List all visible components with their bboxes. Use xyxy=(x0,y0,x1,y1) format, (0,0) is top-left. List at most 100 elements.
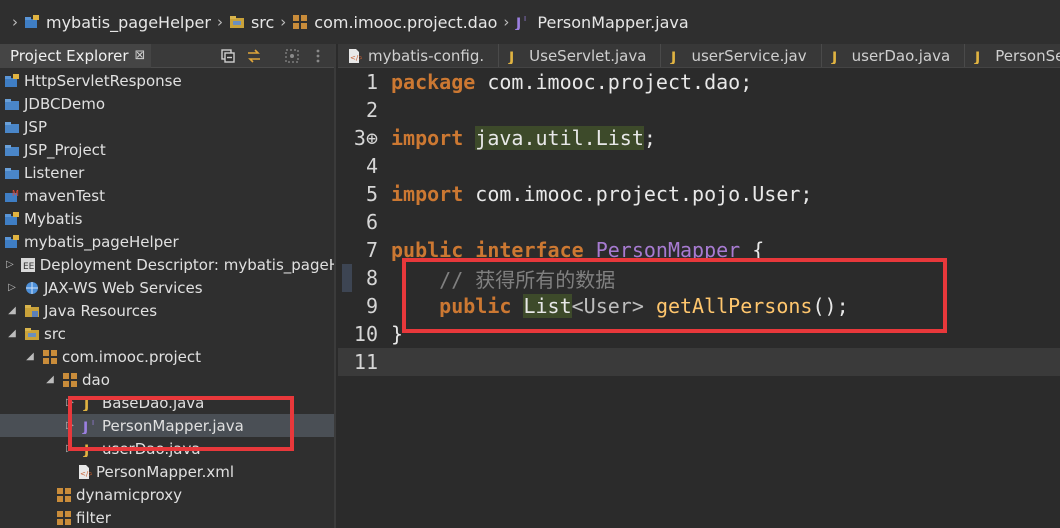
code-token: } xyxy=(391,322,404,346)
tree-item-label: filter xyxy=(76,508,111,527)
code-text: package com.imooc.project.dao; xyxy=(391,70,752,94)
code-token: import xyxy=(391,126,464,150)
tree-item-label: Listener xyxy=(24,163,85,182)
svg-text:M: M xyxy=(12,189,19,198)
svg-text:I: I xyxy=(524,15,526,23)
collapse-all-icon[interactable] xyxy=(220,48,236,64)
tree-item[interactable]: ▷ EE Deployment Descriptor: mybatis_pageH xyxy=(0,253,334,276)
code-token: import xyxy=(391,182,464,206)
tab-project-explorer[interactable]: Project Explorer ⊠ xyxy=(0,44,152,68)
tree-item-label: mavenTest xyxy=(24,186,105,205)
java-class-icon: J xyxy=(669,48,685,66)
tree-item[interactable]: JSP xyxy=(0,115,334,138)
code-line[interactable]: 4 xyxy=(338,152,1060,180)
close-icon[interactable]: ⊠ xyxy=(135,48,146,63)
tree-item[interactable]: ◢ Java Resources xyxy=(0,299,334,322)
code-text: import com.imooc.project.pojo.User; xyxy=(391,182,812,206)
svg-text:J: J xyxy=(508,50,514,64)
breadcrumb-item-file[interactable]: JI PersonMapper.java xyxy=(515,13,688,33)
collapsed-arrow-icon[interactable]: ▷ xyxy=(6,259,14,270)
svg-text:I: I xyxy=(92,419,94,427)
java-class-icon: J xyxy=(830,48,846,66)
collapsed-arrow-icon[interactable]: ▷ xyxy=(64,443,76,454)
code-line[interactable]: 5 import com.imooc.project.pojo.User; xyxy=(338,180,1060,208)
line-number: 11 xyxy=(353,350,378,374)
line-number: 2 xyxy=(365,98,378,122)
line-number: 10 xyxy=(353,322,378,346)
tree-item[interactable]: Mybatis xyxy=(0,207,334,230)
tree-item-label: JAX-WS Web Services xyxy=(44,278,203,297)
explorer-tabbar: Project Explorer ⊠ xyxy=(0,44,334,68)
tree-item-label: Deployment Descriptor: mybatis_pageH xyxy=(39,255,334,274)
tree-item[interactable]: ▷ JuserDao.java xyxy=(0,437,334,460)
java-class-icon: J xyxy=(973,48,989,66)
code-line[interactable]: 7 public interface PersonMapper { xyxy=(338,236,1060,264)
source-folder-icon xyxy=(24,326,40,342)
editor-tab[interactable]: J PersonServ xyxy=(965,44,1060,67)
svg-text:J: J xyxy=(670,50,676,64)
tree-item[interactable]: mybatis_pageHelper xyxy=(0,230,334,253)
collapsed-arrow-icon[interactable]: ▷ xyxy=(6,282,18,293)
tree-item-label: HttpServletResponse xyxy=(24,71,182,90)
breadcrumb-item-project[interactable]: mybatis_pageHelper xyxy=(24,13,211,32)
svg-text:J: J xyxy=(82,420,88,434)
tree-item[interactable]: ▷ J I PersonMapper.java xyxy=(0,414,334,437)
tree-item[interactable]: dynamicproxy xyxy=(0,483,334,506)
tree-item[interactable]: ◢ src xyxy=(0,322,334,345)
collapsed-arrow-icon[interactable]: ▷ xyxy=(64,420,76,431)
folder-icon xyxy=(4,119,20,135)
breadcrumb-label: src xyxy=(250,12,275,32)
code-line[interactable]: 2 xyxy=(338,96,1060,124)
folder-icon xyxy=(4,142,20,158)
code-line[interactable]: 6 xyxy=(338,208,1060,236)
tree-item[interactable]: HttpServletResponse xyxy=(0,69,334,92)
tree-item[interactable]: MmavenTest xyxy=(0,184,334,207)
tree-item[interactable]: ▷ J BaseDao.java xyxy=(0,391,334,414)
breadcrumb-item-src[interactable]: src xyxy=(229,13,274,32)
explorer-icon xyxy=(4,48,8,64)
tree-item[interactable]: JDBCDemo xyxy=(0,92,334,115)
tab-label: Project Explorer xyxy=(10,46,129,65)
expanded-arrow-icon[interactable]: ◢ xyxy=(44,374,56,385)
code-token: com.imooc.project.pojo.User; xyxy=(463,182,813,206)
view-menu-icon[interactable] xyxy=(310,48,326,64)
editor-tab[interactable]: J UseServlet.java xyxy=(499,44,662,67)
code-line[interactable]: 9 public List<User> getAllPersons(); xyxy=(338,292,1060,320)
collapsed-arrow-icon[interactable]: ▷ xyxy=(64,397,76,408)
focus-icon[interactable] xyxy=(284,48,300,64)
tree-item[interactable]: </> PersonMapper.xml xyxy=(0,460,334,483)
breadcrumb-item-package[interactable]: com.imooc.project.dao xyxy=(292,13,497,32)
chevron-right-icon: › xyxy=(216,13,223,31)
descriptor-icon: EE xyxy=(20,257,36,273)
link-editor-icon[interactable] xyxy=(246,48,262,64)
editor-tab-label: mybatis-config. xyxy=(368,46,485,65)
editor-tab[interactable]: JuserService.jav xyxy=(661,44,822,67)
code-editor[interactable]: 1 package com.imooc.project.dao; 2 3⊕ import… xyxy=(338,68,1060,528)
separator-icon xyxy=(272,48,274,64)
tree-item[interactable]: ◢ dao xyxy=(0,368,334,391)
expanded-arrow-icon[interactable]: ◢ xyxy=(6,328,18,339)
tree-item[interactable]: Listener xyxy=(0,161,334,184)
folder-icon xyxy=(4,165,20,181)
package-icon xyxy=(42,349,58,365)
tree-item-label: JDBCDemo xyxy=(24,94,106,113)
code-text: // 获得所有的数据 xyxy=(391,264,615,293)
package-icon xyxy=(292,14,308,30)
explorer-toolbar xyxy=(220,48,334,64)
code-line[interactable]: 3⊕ import java.util.List; xyxy=(338,124,1060,152)
code-line[interactable]: 1 package com.imooc.project.dao; xyxy=(338,68,1060,96)
webservice-icon xyxy=(24,280,40,296)
tree-item[interactable]: ◢ com.imooc.project xyxy=(0,345,334,368)
code-line[interactable]: 10} xyxy=(338,320,1060,348)
tree-item[interactable]: filter xyxy=(0,506,334,528)
expanded-arrow-icon[interactable]: ◢ xyxy=(6,305,18,316)
editor-tab[interactable]: JuserDao.java xyxy=(822,44,966,67)
tree-item[interactable]: ▷ JAX-WS Web Services xyxy=(0,276,334,299)
tree-item[interactable]: JSP_Project xyxy=(0,138,334,161)
code-line[interactable]: 11 xyxy=(338,348,1060,376)
code-line[interactable]: 8 // 获得所有的数据 xyxy=(338,264,1060,292)
expanded-arrow-icon[interactable]: ◢ xyxy=(24,351,36,362)
editor-tab[interactable]: </> mybatis-config. xyxy=(338,44,500,67)
